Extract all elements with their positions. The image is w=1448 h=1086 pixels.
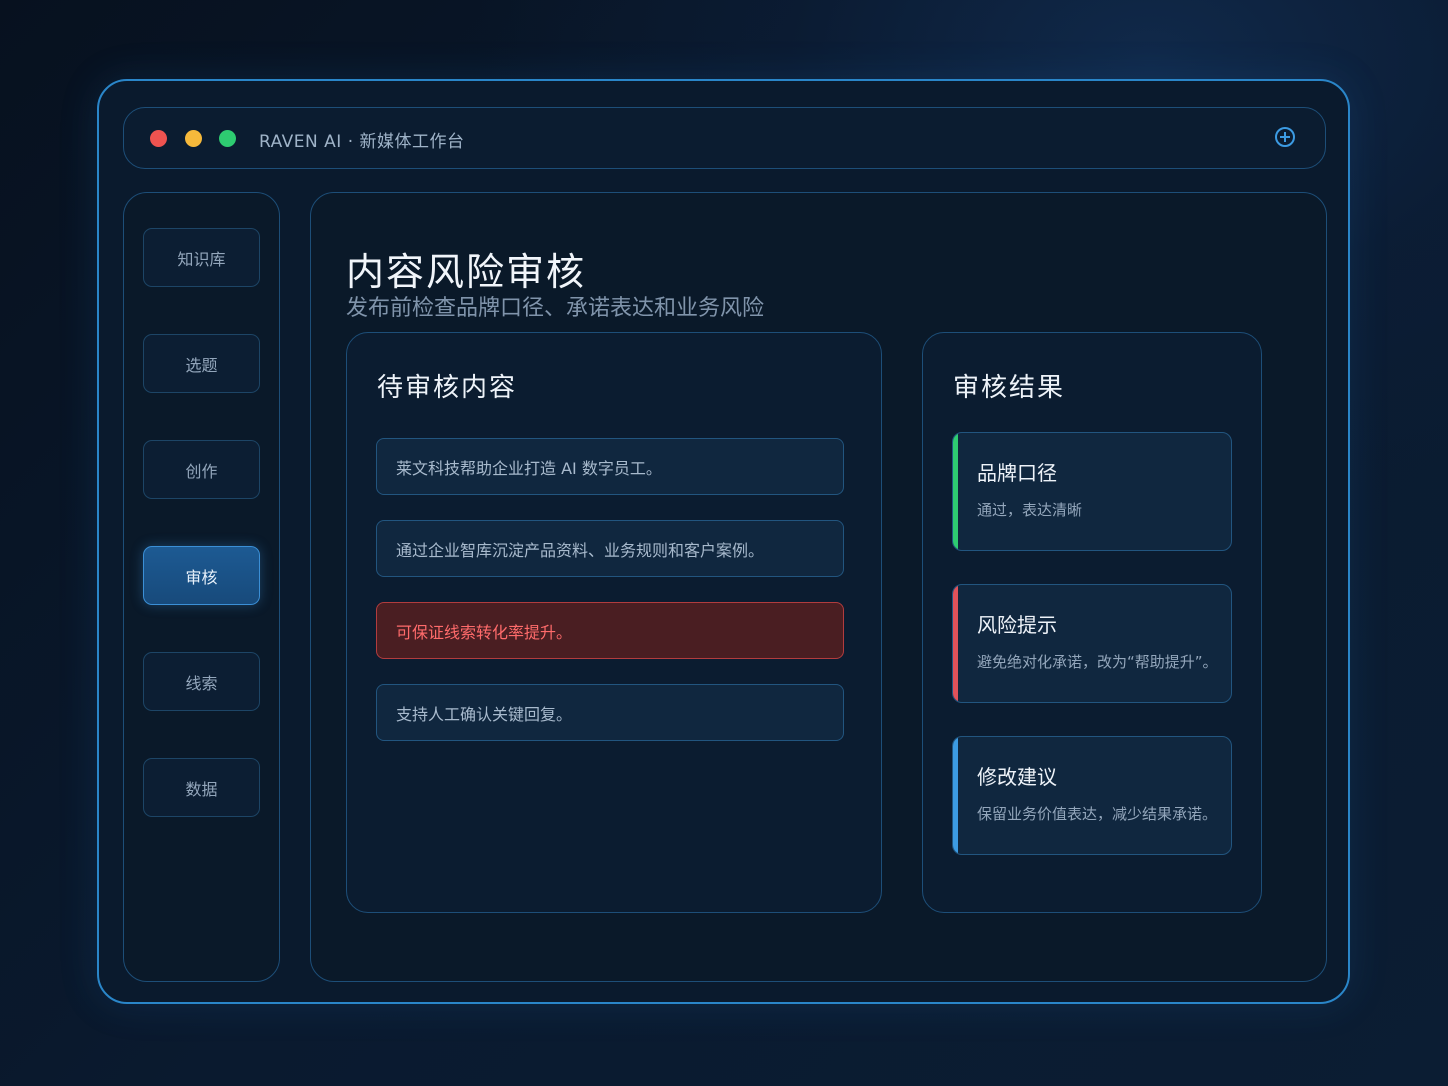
pending-panel-title: 待审核内容 (377, 373, 518, 403)
result-card-suggestion[interactable]: 修改建议 保留业务价值表达，减少结果承诺。 (952, 736, 1232, 855)
minimize-window-button[interactable] (185, 130, 202, 147)
result-card-desc: 避免绝对化承诺，改为“帮助提升”。 (977, 653, 1218, 671)
main-content: 内容风险审核 发布前检查品牌口径、承诺表达和业务风险 待审核内容 莱文科技帮助企… (310, 192, 1327, 982)
plus-circle-icon[interactable] (1275, 127, 1295, 147)
result-card-title: 风险提示 (977, 613, 1057, 637)
result-card-desc: 保留业务价值表达，减少结果承诺。 (977, 805, 1218, 823)
app-title: RAVEN AI · 新媒体工作台 (259, 132, 465, 152)
status-bar-info (953, 737, 958, 854)
review-results-panel: 审核结果 品牌口径 通过，表达清晰 风险提示 避免绝对化承诺，改为“帮助提升”。… (922, 332, 1262, 913)
sidebar: 知识库 选题 创作 审核 线索 数据 (123, 192, 280, 982)
result-card-risk[interactable]: 风险提示 避免绝对化承诺，改为“帮助提升”。 (952, 584, 1232, 703)
sidebar-item-topics[interactable]: 选题 (143, 334, 260, 393)
sidebar-item-data[interactable]: 数据 (143, 758, 260, 817)
page-title: 内容风险审核 (346, 250, 587, 294)
maximize-window-button[interactable] (219, 130, 236, 147)
sidebar-item-leads[interactable]: 线索 (143, 652, 260, 711)
status-bar-risk (953, 585, 958, 702)
close-window-button[interactable] (150, 130, 167, 147)
sidebar-item-create[interactable]: 创作 (143, 440, 260, 499)
page-subtitle: 发布前检查品牌口径、承诺表达和业务风险 (346, 296, 765, 321)
result-card-brand[interactable]: 品牌口径 通过，表达清晰 (952, 432, 1232, 551)
result-card-title: 修改建议 (977, 765, 1057, 789)
sidebar-item-review[interactable]: 审核 (143, 546, 260, 605)
pending-item[interactable]: 通过企业智库沉淀产品资料、业务规则和客户案例。 (376, 520, 844, 577)
result-card-desc: 通过，表达清晰 (977, 501, 1083, 519)
sidebar-item-knowledge-base[interactable]: 知识库 (143, 228, 260, 287)
results-panel-title: 审核结果 (953, 373, 1066, 403)
result-card-title: 品牌口径 (977, 461, 1057, 485)
pending-item[interactable]: 支持人工确认关键回复。 (376, 684, 844, 741)
title-bar: RAVEN AI · 新媒体工作台 (123, 107, 1326, 169)
pending-item[interactable]: 莱文科技帮助企业打造 AI 数字员工。 (376, 438, 844, 495)
status-bar-pass (953, 433, 958, 550)
pending-content-panel: 待审核内容 莱文科技帮助企业打造 AI 数字员工。 通过企业智库沉淀产品资料、业… (346, 332, 882, 913)
app-window: RAVEN AI · 新媒体工作台 知识库 选题 创作 审核 线索 数据 内容风… (97, 79, 1350, 1004)
pending-item-risk[interactable]: 可保证线索转化率提升。 (376, 602, 844, 659)
